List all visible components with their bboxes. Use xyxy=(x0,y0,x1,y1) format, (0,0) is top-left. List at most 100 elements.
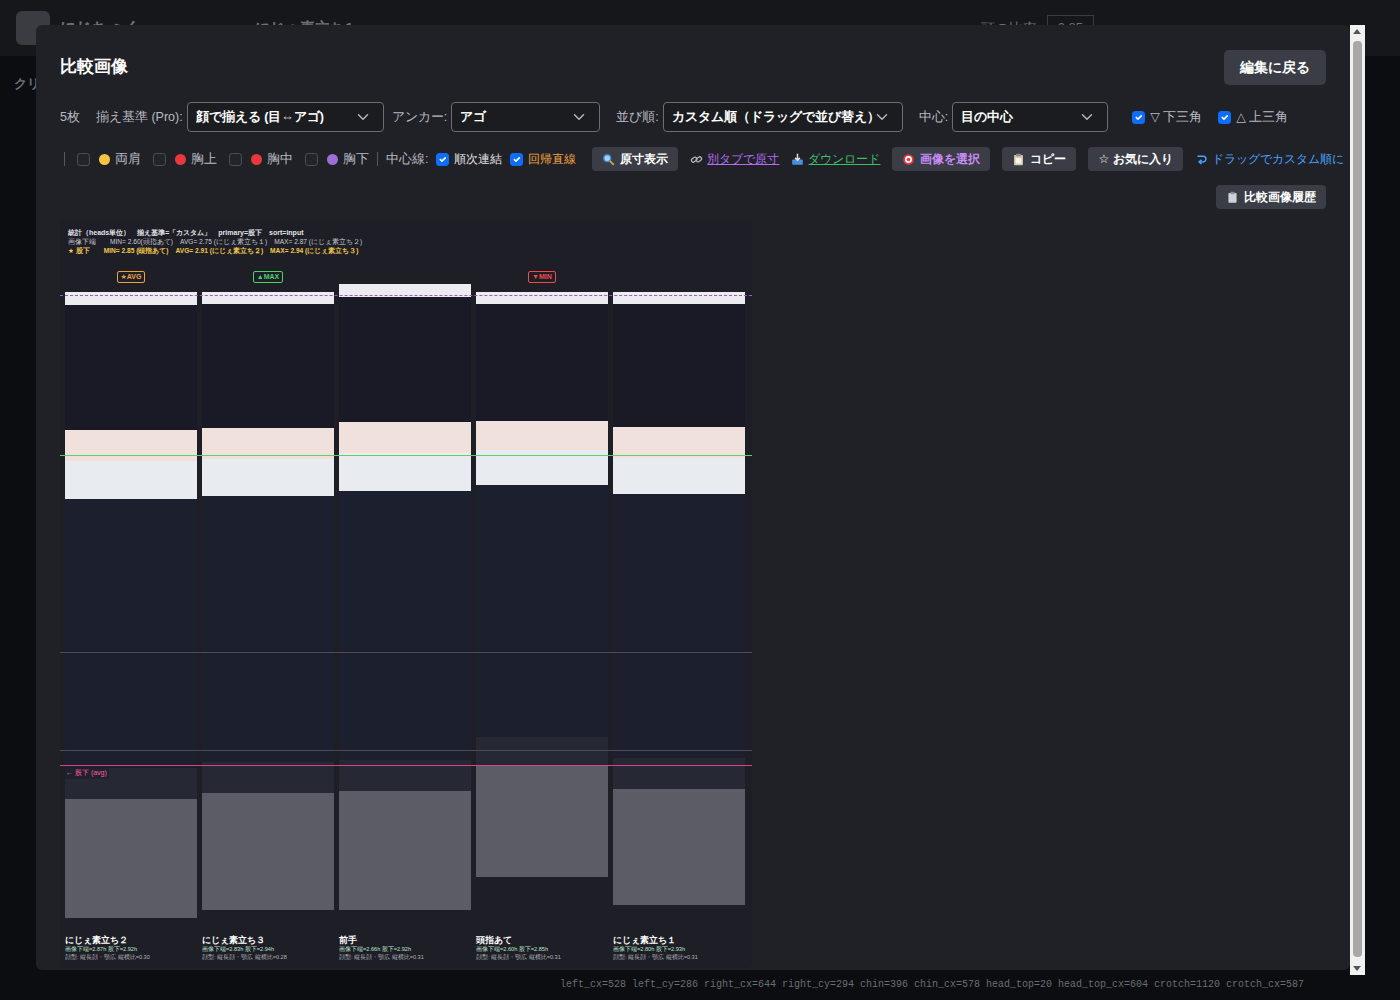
stats-line: ★ 股下 MIN= 2.85 (頭指あて) AVG= 2.91 (にじぇ素立ち２… xyxy=(68,246,747,255)
point-checkbox[interactable] xyxy=(305,153,318,166)
action-label: 画像を選択 xyxy=(920,150,980,168)
center-line-toggle[interactable]: 順次連結 xyxy=(436,150,502,168)
triangle-toggle[interactable]: ▽ 下三角 xyxy=(1132,108,1202,127)
triangle-checkbox[interactable] xyxy=(1218,111,1231,124)
point-toggle[interactable]: 胸中 xyxy=(229,150,293,169)
divider xyxy=(64,152,65,166)
action-button[interactable]: ☆ お気に入り xyxy=(1088,147,1182,171)
option-select[interactable]: 顔で揃える (目⇔アゴ) xyxy=(187,102,384,132)
image-name: にじぇ素立ち２ xyxy=(65,935,197,945)
toggle-label: 胸中 xyxy=(267,150,293,169)
figure-image[interactable] xyxy=(65,292,197,918)
scroll-down-icon[interactable] xyxy=(1353,966,1361,971)
option-select[interactable]: 目の中心 xyxy=(952,102,1108,132)
center-line-checkbox[interactable] xyxy=(436,153,449,166)
figure-image[interactable] xyxy=(613,292,745,905)
image-column[interactable] xyxy=(202,284,334,910)
guide-line xyxy=(60,652,752,653)
image-column[interactable] xyxy=(613,284,745,905)
face-type: 顔型: 縦長顔・顎広 縦横比=0.31 xyxy=(339,953,471,961)
face-type: 顔型: 縦長顔・顎広 縦横比=0.30 xyxy=(65,953,197,961)
scroll-up-icon[interactable] xyxy=(1353,29,1361,34)
image-caption: にじぇ素立ち１画像下端=2.80h 股下=2.93h顔型: 縦長顔・顎広 縦横比… xyxy=(613,935,745,961)
face-type: 顔型: 縦長顔・顎広 縦横比=0.31 xyxy=(613,953,745,961)
clipboard-icon xyxy=(1226,191,1239,204)
badge-cell: ▼MIN xyxy=(476,269,608,284)
image-metrics: 画像下端=2.80h 股下=2.93h xyxy=(613,945,745,953)
point-dot-icon xyxy=(327,154,338,165)
face-type: 顔型: 縦長顔・顎広 縦横比=0.28 xyxy=(202,953,334,961)
action-button[interactable]: 画像を選択 xyxy=(892,147,990,171)
select-label: 揃え基準 (Pro): xyxy=(96,108,183,127)
action-label: ダウンロード xyxy=(808,150,880,168)
point-toggle[interactable]: 両肩 xyxy=(77,150,141,169)
action-button[interactable]: コピー xyxy=(1002,147,1076,171)
stats-line: 画像下端 MIN= 2.60(頭指あて) AVG= 2.75 (にじぇ素立ち１)… xyxy=(68,237,747,246)
select-label: アンカー: xyxy=(392,108,447,127)
back-button[interactable]: 編集に戻る xyxy=(1224,50,1326,85)
toggle-label: ▽ 下三角 xyxy=(1150,108,1202,127)
figure-image[interactable] xyxy=(202,292,334,910)
triangle-toggle[interactable]: △ 上三角 xyxy=(1218,108,1288,127)
badge-cell xyxy=(339,269,471,284)
option-select[interactable]: カスタム順（ドラッグで並び替え） xyxy=(663,102,903,132)
badge-row: ★AVG ▲MAX ▼MIN xyxy=(65,269,747,284)
select-label: 中心: xyxy=(919,108,948,127)
download-icon xyxy=(791,153,804,166)
option-select[interactable]: アゴ xyxy=(451,102,600,132)
point-checkbox[interactable] xyxy=(229,153,242,166)
guide-line xyxy=(60,750,752,751)
point-dot-icon xyxy=(99,154,110,165)
figure-image[interactable] xyxy=(476,292,608,877)
label-row: にじぇ素立ち２画像下端=2.87h 股下=2.92h顔型: 縦長顔・顎広 縦横比… xyxy=(65,935,747,961)
center-line-label: 中心線: xyxy=(386,150,428,169)
image-caption: 前手画像下端=2.66h 股下=2.92h顔型: 縦長顔・顎広 縦横比=0.31 xyxy=(339,935,471,961)
figure-image[interactable] xyxy=(339,284,471,910)
image-metrics: 画像下端=2.87h 股下=2.92h xyxy=(65,945,197,953)
action-link[interactable]: 別タブで原寸 xyxy=(690,150,779,168)
image-column[interactable] xyxy=(339,284,471,910)
toggle-label: 回帰直線 xyxy=(528,150,576,168)
point-toggle[interactable]: 胸上 xyxy=(153,150,217,169)
drag-arrow-icon xyxy=(1195,153,1208,166)
action-label: コピー xyxy=(1030,150,1066,168)
compare-modal: 比較画像 編集に戻る 5枚揃え基準 (Pro):顔で揃える (目⇔アゴ)アンカー… xyxy=(36,25,1350,970)
image-name: にじぇ素立ち１ xyxy=(613,935,745,945)
history-label: 比較画像履歴 xyxy=(1244,188,1316,206)
action-button[interactable]: 原寸表示 xyxy=(592,147,678,171)
status-text: left_cx=528 left_cy=286 right_cx=644 rig… xyxy=(560,977,1304,992)
triangle-checkbox[interactable] xyxy=(1132,111,1145,124)
action-link[interactable]: ダウンロード xyxy=(791,150,880,168)
modal-title: 比較画像 xyxy=(60,57,128,77)
image-column[interactable] xyxy=(476,284,608,877)
point-checkbox[interactable] xyxy=(153,153,166,166)
crotch-avg-line xyxy=(60,765,752,766)
stats-line: 統計（heads単位） 揃え基準=「カスタム」 primary=股下 sort=… xyxy=(68,228,747,237)
image-row xyxy=(65,284,747,918)
badge-cell xyxy=(613,269,745,284)
action-label: 別タブで原寸 xyxy=(707,150,779,168)
point-checkbox[interactable] xyxy=(77,153,90,166)
badge-cell: ★AVG xyxy=(65,269,197,284)
stats-block: 統計（heads単位） 揃え基準=「カスタム」 primary=股下 sort=… xyxy=(65,228,747,264)
crotch-avg-label: ← 股下 (avg) xyxy=(64,768,109,779)
guide-line xyxy=(60,455,752,456)
center-line-checkbox[interactable] xyxy=(510,153,523,166)
image-column[interactable] xyxy=(65,284,197,918)
action-plain[interactable]: ドラッグでカスタム順に xyxy=(1195,150,1344,168)
divider xyxy=(377,152,378,166)
action-label: ドラッグでカスタム順に xyxy=(1212,150,1344,168)
image-name: 前手 xyxy=(339,935,471,945)
toggle-label: 両肩 xyxy=(115,150,141,169)
scroll-thumb[interactable] xyxy=(1353,41,1362,957)
center-line-toggle[interactable]: 回帰直線 xyxy=(510,150,576,168)
page-scrollbar[interactable] xyxy=(1350,25,1365,975)
point-dot-icon xyxy=(175,154,186,165)
image-name: 頭指あて xyxy=(476,935,608,945)
select-label: 並び順: xyxy=(616,108,658,127)
badge-cell: ▲MAX xyxy=(202,269,334,284)
history-button[interactable]: 比較画像履歴 xyxy=(1216,185,1326,209)
point-toggle[interactable]: 胸下 xyxy=(305,150,369,169)
toggle-label: 順次連結 xyxy=(454,150,502,168)
action-label: 原寸表示 xyxy=(620,150,668,168)
